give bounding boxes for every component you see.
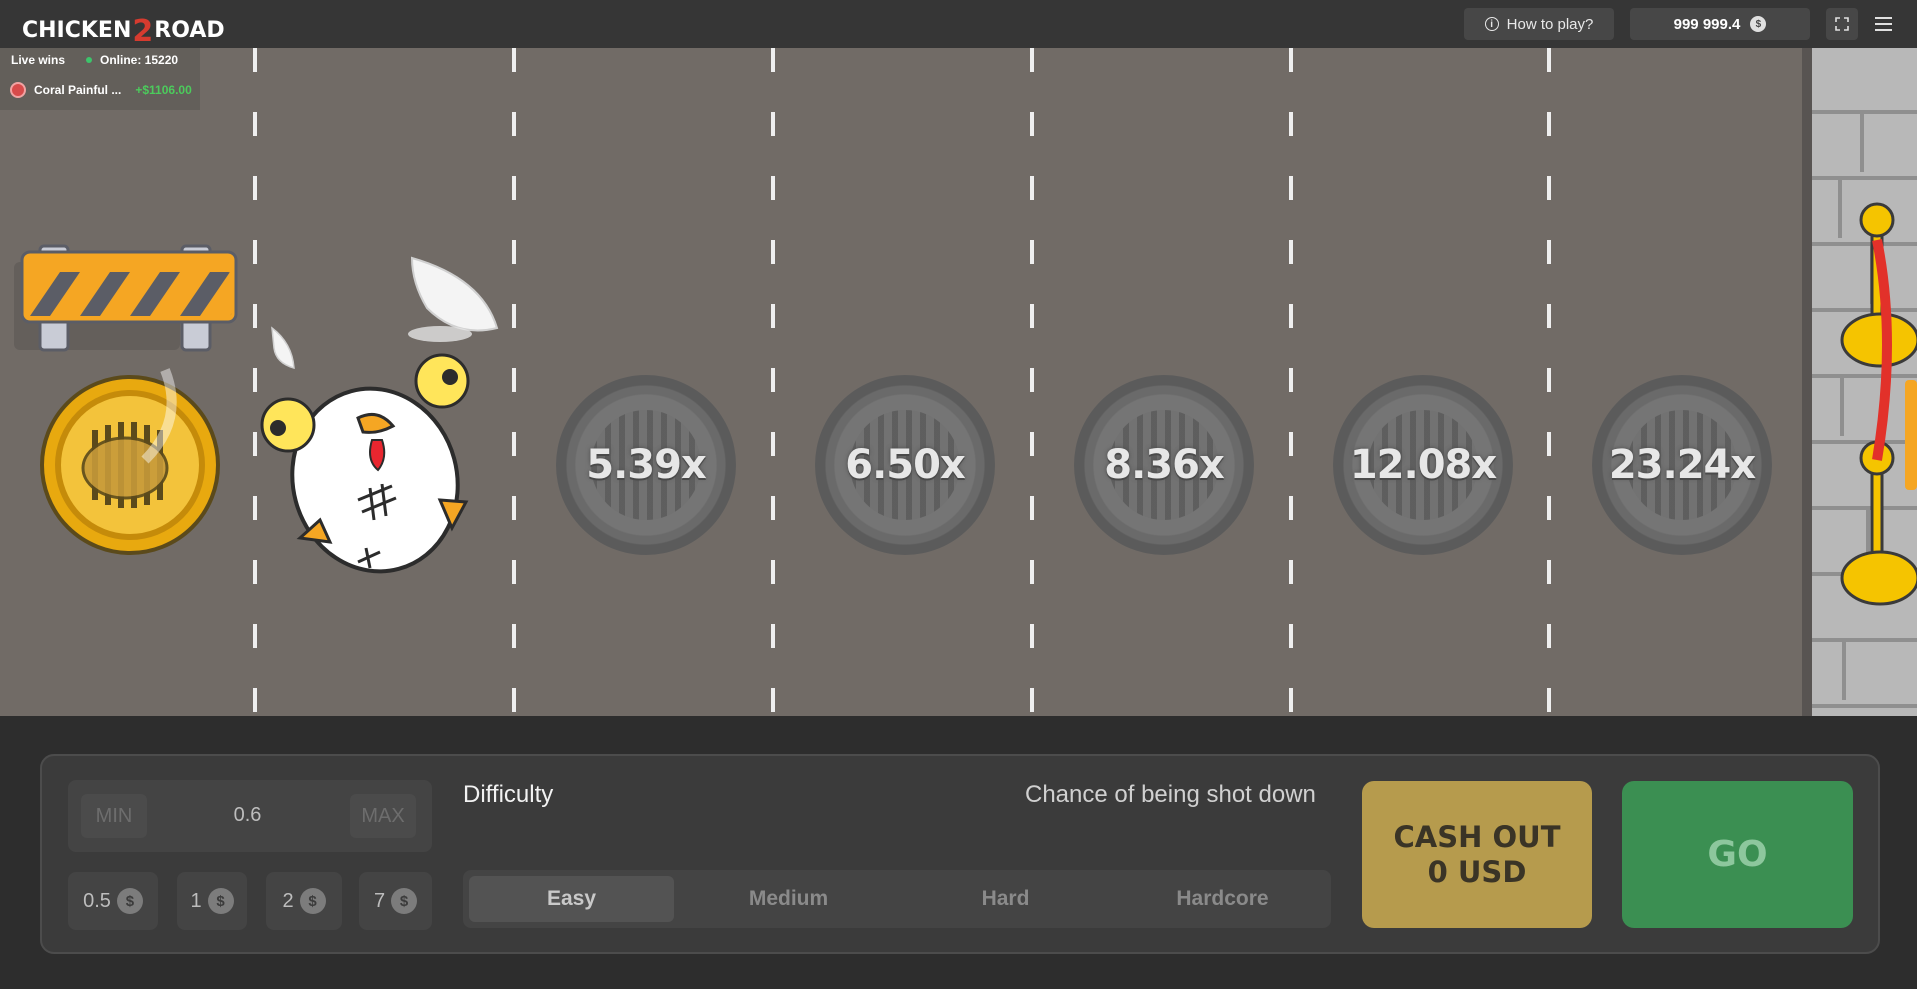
cash-out-amount: 0 USD [1427,854,1527,889]
chip-value: 0.5 [83,889,111,912]
quick-bet-chip-2[interactable]: 2 $ [266,872,342,930]
quick-bet-chip-7[interactable]: 7 $ [359,872,432,930]
cash-out-button[interactable]: CASH OUT 0 USD [1362,781,1592,928]
difficulty-tab-hardcore[interactable]: Hardcore [1120,876,1325,922]
quick-bet-chip-1[interactable]: 1 $ [177,872,247,930]
bet-amount-input[interactable]: 0.6 [200,804,295,827]
cash-out-label: CASH OUT [1393,819,1561,854]
feather-icon [271,256,499,370]
chance-label: Chance of being shot down [1025,781,1316,808]
go-button[interactable]: GO [1622,781,1853,928]
game-root: CHICKEN2ROAD i How to play? 999 999.4 $ … [0,0,1917,989]
fallen-chicken-icon [260,353,470,574]
dollar-coin-icon: $ [299,888,326,914]
road-barrier-icon [14,244,238,352]
chip-value: 1 [190,889,202,912]
min-bet-button[interactable]: MIN [81,794,147,838]
dollar-coin-icon: $ [207,888,234,914]
difficulty-tab-hard[interactable]: Hard [903,876,1108,922]
difficulty-tab-easy[interactable]: Easy [469,876,674,922]
max-bet-button[interactable]: MAX [350,794,416,838]
rope-barrier-icon [1840,202,1917,606]
chip-value: 2 [282,889,294,912]
dollar-coin-icon: $ [116,888,143,914]
quick-bet-chip-0.5[interactable]: 0.5 $ [68,872,158,930]
difficulty-label: Difficulty [463,781,554,808]
chip-value: 7 [373,889,386,912]
dollar-coin-icon: $ [391,888,418,914]
difficulty-tab-medium[interactable]: Medium [686,876,891,922]
